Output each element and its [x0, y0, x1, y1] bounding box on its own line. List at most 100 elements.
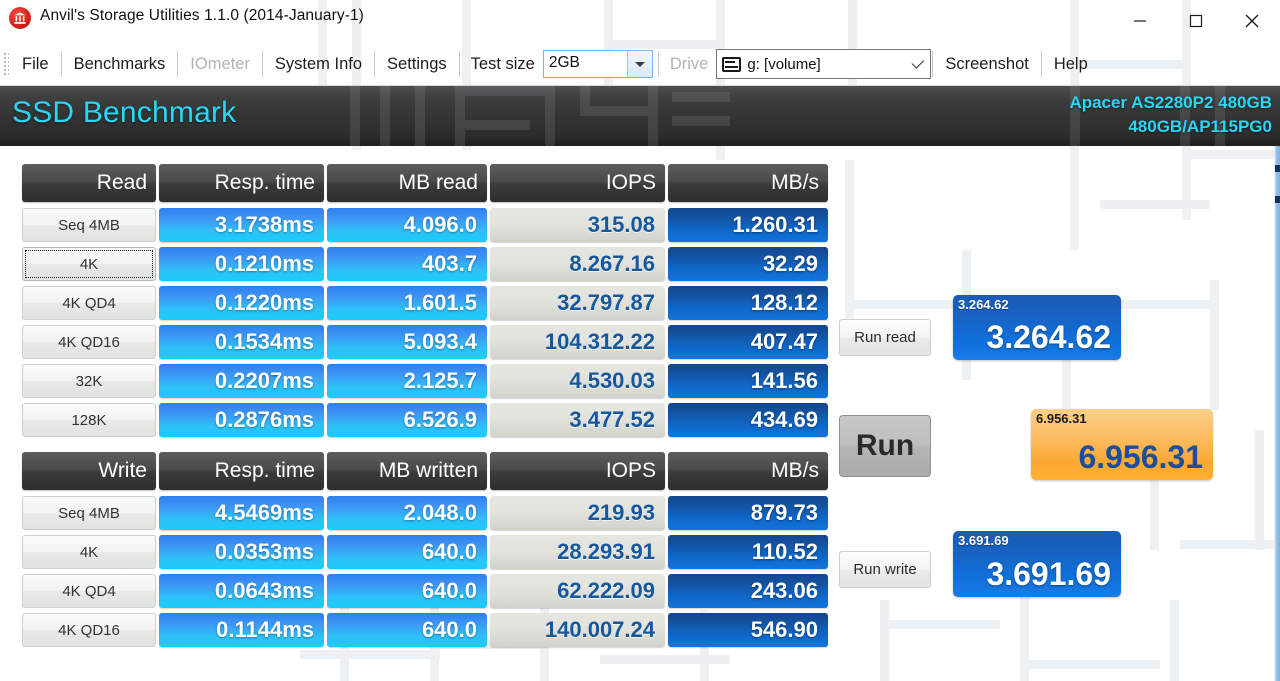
menu-separator: [458, 51, 460, 77]
menu-item-settings[interactable]: Settings: [376, 42, 458, 86]
cell-read-3-3: 104.312.22: [490, 325, 665, 359]
cell-write-2-3: 62.222.09: [490, 574, 665, 608]
menu-separator: [261, 51, 263, 77]
window-title: Anvil's Storage Utilities 1.1.0 (2014-Ja…: [40, 7, 364, 24]
menu-separator: [374, 51, 376, 77]
menu-separator: [932, 51, 934, 77]
cell-write-1-2: 640.0: [327, 535, 487, 569]
test-row-button[interactable]: 32K: [22, 364, 156, 398]
cell-read-3-1: 0.1534ms: [159, 325, 324, 359]
read-score-value: 3.264.62: [986, 319, 1111, 355]
edge-marker: [1275, 165, 1280, 172]
table-row: Seq 4MB 3.1738ms 4.096.0 315.08 1.260.31: [22, 208, 831, 242]
cell-write-3-1: 0.1144ms: [159, 613, 324, 647]
write-score-value: 3.691.69: [986, 556, 1111, 592]
test-size-value: 2GB: [548, 54, 580, 71]
column-header-read-1: Resp. time: [159, 164, 324, 202]
cell-read-4-3: 4.530.03: [490, 364, 665, 398]
cell-read-2-2: 1.601.5: [327, 286, 487, 320]
test-row-button[interactable]: 4K: [22, 535, 156, 569]
cell-write-3-4: 546.90: [668, 613, 828, 647]
test-row-button[interactable]: 4K QD16: [22, 325, 156, 359]
cell-read-2-3: 32.797.87: [490, 286, 665, 320]
menu-grip-handle[interactable]: [2, 51, 9, 77]
menu-item-benchmarks[interactable]: Benchmarks: [63, 42, 177, 86]
cell-write-0-3: 219.93: [490, 496, 665, 530]
total-score-value: 6.956.31: [1078, 439, 1203, 475]
test-size-combobox[interactable]: 2GB: [542, 50, 653, 78]
menu-separator: [1040, 51, 1042, 77]
total-score-small: 6.956.31: [1036, 411, 1087, 426]
cell-read-0-2: 4.096.0: [327, 208, 487, 242]
cell-write-1-1: 0.0353ms: [159, 535, 324, 569]
table-row: Seq 4MB 4.5469ms 2.048.0 219.93 879.73: [22, 496, 831, 530]
write-results-table: Write Resp. time MB written IOPS MB/s Seq 4MB…: [22, 452, 831, 647]
cell-read-1-1: 0.1210ms: [159, 247, 324, 281]
cell-read-3-4: 407.47: [668, 325, 828, 359]
run-write-button[interactable]: Run write: [839, 551, 931, 588]
cell-read-0-3: 315.08: [490, 208, 665, 242]
close-button[interactable]: [1224, 0, 1280, 42]
column-header-read-2: MB read: [327, 164, 487, 202]
column-header-read-0: Read: [22, 164, 156, 202]
run-button[interactable]: Run: [839, 415, 931, 477]
read-score-box: 3.264.62 3.264.62: [953, 295, 1121, 360]
table-row: 32K 0.2207ms 2.125.7 4.530.03 141.56: [22, 364, 831, 398]
table-row: 4K QD4 0.0643ms 640.0 62.222.09 243.06: [22, 574, 831, 608]
test-row-button[interactable]: 128K: [22, 403, 156, 437]
menu-separator: [177, 51, 179, 77]
title-bar: Anvil's Storage Utilities 1.1.0 (2014-Ja…: [0, 0, 1280, 42]
run-read-button[interactable]: Run read: [839, 319, 931, 356]
chevron-down-icon: [634, 61, 645, 67]
test-row-button[interactable]: 4K QD4: [22, 574, 156, 608]
write-score-box: 3.691.69 3.691.69: [953, 531, 1121, 597]
cell-write-1-3: 28.293.91: [490, 535, 665, 569]
drive-icon: [722, 56, 742, 72]
drive-combobox[interactable]: g: [volume]: [716, 49, 932, 79]
banner-title: SSD Benchmark: [12, 96, 237, 129]
test-row-button[interactable]: Seq 4MB: [22, 208, 156, 242]
cell-read-1-2: 403.7: [327, 247, 487, 281]
menu-separator: [657, 51, 659, 77]
column-header-write-4: MB/s: [668, 452, 828, 490]
window-buttons: [1112, 0, 1280, 42]
cell-read-1-3: 8.267.16: [490, 247, 665, 281]
app-icon: [9, 7, 31, 29]
cell-write-0-4: 879.73: [668, 496, 828, 530]
minimize-button[interactable]: [1112, 0, 1168, 42]
column-header-write-1: Resp. time: [159, 452, 324, 490]
cell-read-4-2: 2.125.7: [327, 364, 487, 398]
write-score-small: 3.691.69: [958, 533, 1009, 548]
menu-separator: [60, 51, 62, 77]
test-size-label: Test size: [470, 54, 535, 73]
device-name-line2: 480GB/AP115PG0: [1128, 117, 1272, 136]
test-row-button[interactable]: 4K QD16: [22, 613, 156, 647]
cell-write-2-2: 640.0: [327, 574, 487, 608]
test-row-button[interactable]: 4K QD4: [22, 286, 156, 320]
cell-write-0-1: 4.5469ms: [159, 496, 324, 530]
cell-write-3-3: 140.007.24: [490, 613, 665, 647]
table-row: 128K 0.2876ms 6.526.9 3.477.52 434.69: [22, 403, 831, 437]
cell-read-5-4: 434.69: [668, 403, 828, 437]
menu-item-system-info[interactable]: System Info: [264, 42, 373, 86]
ssd-benchmark-banner: SSD Benchmark Apacer AS2280P2 480GB 480G…: [0, 86, 1280, 146]
table-row: 4K QD16 0.1534ms 5.093.4 104.312.22 407.47: [22, 325, 831, 359]
device-name-line1: Apacer AS2280P2 480GB: [1069, 93, 1272, 112]
cell-read-0-1: 3.1738ms: [159, 208, 324, 242]
test-row-button[interactable]: Seq 4MB: [22, 496, 156, 530]
menu-item-file[interactable]: File: [11, 42, 60, 86]
test-row-button[interactable]: 4K: [22, 247, 156, 281]
test-size-dropdown-button[interactable]: [626, 51, 652, 77]
column-header-write-2: MB written: [327, 452, 487, 490]
table-row: 4K 0.0353ms 640.0 28.293.91 110.52: [22, 535, 831, 569]
menu-item-help[interactable]: Help: [1043, 42, 1099, 86]
cell-read-4-4: 141.56: [668, 364, 828, 398]
cell-read-1-4: 32.29: [668, 247, 828, 281]
menu-item-screenshot[interactable]: Screenshot: [934, 42, 1039, 86]
maximize-button[interactable]: [1168, 0, 1224, 42]
menu-bar: File Benchmarks IOmeter System Info Sett…: [0, 42, 1280, 86]
read-score-small: 3.264.62: [958, 297, 1009, 312]
column-header-read-3: IOPS: [490, 164, 665, 202]
column-header-read-4: MB/s: [668, 164, 828, 202]
cell-read-4-1: 0.2207ms: [159, 364, 324, 398]
